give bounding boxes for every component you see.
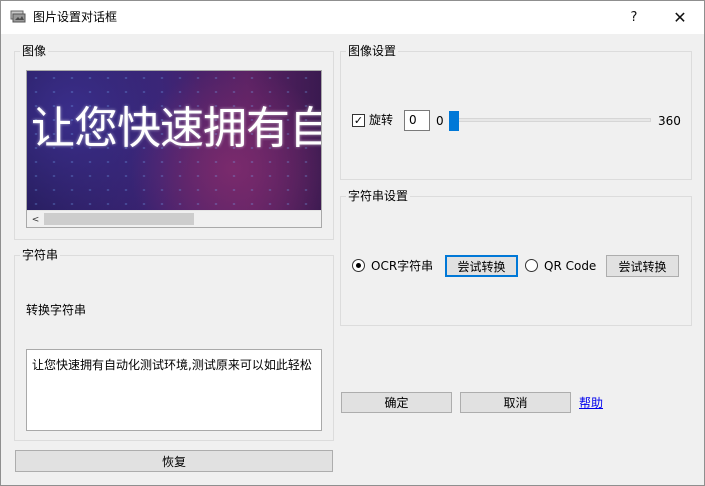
scroll-left-icon[interactable]: < xyxy=(27,211,44,227)
close-button[interactable]: ✕ xyxy=(657,1,703,34)
image-settings-title: 图像设置 xyxy=(346,44,399,58)
qr-radio[interactable] xyxy=(525,259,538,272)
ocr-try-convert-button[interactable]: 尝试转换 xyxy=(445,255,518,277)
ocr-radio[interactable] xyxy=(352,259,365,272)
slider-min-label: 0 xyxy=(436,114,444,128)
help-link[interactable]: 帮助 xyxy=(579,396,603,410)
rotate-label[interactable]: 旋转 xyxy=(369,113,393,127)
help-title-button[interactable]: ? xyxy=(611,1,657,34)
restore-button[interactable]: 恢复 xyxy=(15,450,333,472)
image-text: 让您快速拥有自动化测试环境 xyxy=(31,103,321,154)
rotate-angle-input[interactable]: 0 xyxy=(404,110,430,131)
string-group-title: 字符串 xyxy=(20,248,61,262)
ocr-radio-label[interactable]: OCR字符串 xyxy=(371,259,433,273)
string-settings-title: 字符串设置 xyxy=(346,189,411,203)
result-text-area[interactable]: 让您快速拥有自动化测试环境,测试原来可以如此轻松 xyxy=(26,349,322,431)
cancel-button[interactable]: 取消 xyxy=(460,392,571,413)
rotate-checkbox[interactable]: ✓ xyxy=(352,114,365,127)
dialog-window: 图片设置对话框 ? ✕ 图像 让您快速拥有自动化测试环境 < 字符串 转换字符串… xyxy=(0,0,705,486)
image-group-title: 图像 xyxy=(20,44,49,58)
ok-button[interactable]: 确定 xyxy=(341,392,452,413)
app-icon xyxy=(10,10,26,23)
preview-image: 让您快速拥有自动化测试环境 xyxy=(27,71,321,210)
image-scroll-area[interactable]: 让您快速拥有自动化测试环境 < xyxy=(26,70,322,228)
radio-selected-dot xyxy=(356,263,361,268)
rotate-slider-handle[interactable] xyxy=(449,111,459,131)
qr-radio-label[interactable]: QR Code xyxy=(544,259,596,273)
rotate-slider-track[interactable] xyxy=(453,118,651,122)
qr-try-convert-button[interactable]: 尝试转换 xyxy=(606,255,679,277)
horizontal-scrollbar[interactable]: < xyxy=(27,210,321,227)
title-bar: 图片设置对话框 ? ✕ xyxy=(1,1,704,34)
window-title: 图片设置对话框 xyxy=(33,10,118,24)
scroll-thumb[interactable] xyxy=(44,213,194,225)
convert-string-label: 转换字符串 xyxy=(26,303,87,317)
slider-max-label: 360 xyxy=(658,114,681,128)
